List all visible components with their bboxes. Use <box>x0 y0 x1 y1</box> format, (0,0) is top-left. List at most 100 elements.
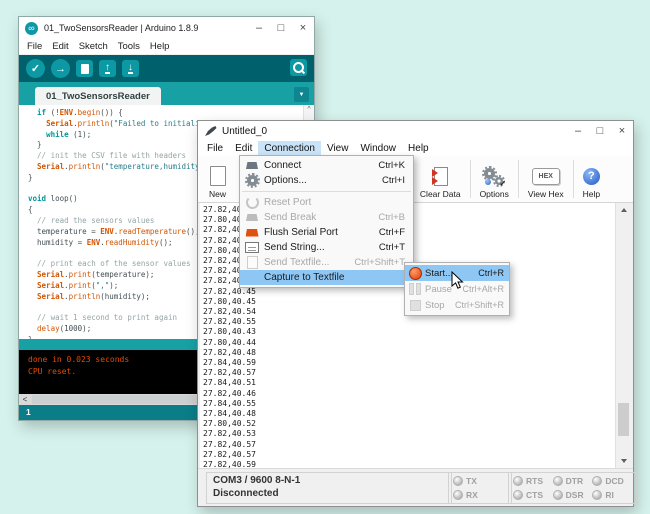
close-button[interactable]: × <box>292 22 314 34</box>
menu-file[interactable]: File <box>22 41 47 52</box>
connector-shape <box>246 162 258 169</box>
code-token <box>28 216 37 225</box>
code-token: temperature = <box>28 227 100 236</box>
menu-item-stop[interactable]: StopCtrl+Shift+R <box>405 297 509 313</box>
scroll-left-icon[interactable]: < <box>19 394 31 405</box>
help-icon: ? <box>583 165 600 187</box>
vscroll-thumb[interactable] <box>618 403 629 436</box>
code-token: { <box>28 205 33 214</box>
options-button[interactable]: ✓Options <box>473 156 516 202</box>
record-icon <box>405 267 425 280</box>
menu-item-flush-serial-port[interactable]: Flush Serial PortCtrl+F <box>240 225 413 240</box>
help-button[interactable]: ?Help <box>576 156 607 202</box>
menu-item-send-break[interactable]: Send BreakCtrl+B <box>240 210 413 225</box>
menu-window[interactable]: Window <box>354 141 402 156</box>
code-token: (); <box>159 238 173 247</box>
menu-item-reset-port[interactable]: Reset Port <box>240 195 413 210</box>
led-indicator-icon <box>513 490 523 500</box>
menu-item-shortcut: Ctrl+B <box>378 212 405 223</box>
arduino-titlebar[interactable]: ∞ 01_TwoSensorsReader | Arduino 1.8.9 – … <box>19 17 314 39</box>
code-token: Serial <box>37 292 64 301</box>
code-token: ); <box>109 281 118 290</box>
led-dtr: DTR <box>553 476 593 486</box>
gear-icon <box>240 175 264 186</box>
scroll-up-button[interactable] <box>616 203 631 217</box>
code-token <box>28 162 37 171</box>
arduino-logo-icon: ∞ <box>25 22 38 35</box>
menu-help[interactable]: Help <box>145 41 175 52</box>
menu-item-send-string[interactable]: Send String...Ctrl+T <box>240 240 413 255</box>
minimize-button[interactable]: – <box>567 125 589 137</box>
code-token: println <box>69 292 101 301</box>
code-token: delay <box>37 324 60 333</box>
serial-data-line: 27.82,40.55 <box>203 317 631 327</box>
menu-item-capture-to-textfile[interactable]: Capture to Textfile <box>240 270 413 285</box>
menu-item-shortcut: Ctrl+F <box>379 227 405 238</box>
led-indicator-icon <box>553 490 563 500</box>
open-arrow-icon: ↑ <box>105 63 110 74</box>
code-token: Serial <box>37 162 64 171</box>
code-token: (1); <box>69 130 92 139</box>
serial-monitor-button[interactable] <box>290 59 307 76</box>
arduino-window-title: 01_TwoSensorsReader | Arduino 1.8.9 <box>44 23 248 33</box>
menu-tools[interactable]: Tools <box>113 41 145 52</box>
txrx-led-group: TXRX <box>448 472 512 504</box>
open-sketch-button[interactable]: ↑ <box>99 60 116 77</box>
tab-list-button[interactable]: ▼ <box>294 87 309 102</box>
magnifier-icon <box>293 62 304 73</box>
connection-menu: ConnectCtrl+KOptions...Ctrl+IReset PortS… <box>239 155 414 288</box>
menu-connection[interactable]: Connection <box>258 141 321 156</box>
page-shape <box>247 256 258 269</box>
menu-edit[interactable]: Edit <box>229 141 258 156</box>
stop-shape <box>410 300 421 311</box>
code-token: (1000); <box>60 324 92 333</box>
verify-button[interactable]: ✓ <box>26 59 45 78</box>
new-icon <box>210 165 226 187</box>
menu-help[interactable]: Help <box>402 141 435 156</box>
save-sketch-button[interactable]: ↓ <box>122 60 139 77</box>
clear-data-button[interactable]: Clear Data <box>413 156 468 202</box>
menu-view[interactable]: View <box>321 141 355 156</box>
data-scrollbar[interactable] <box>615 203 631 468</box>
minimize-button[interactable]: – <box>248 22 270 34</box>
sketch-tab[interactable]: 01_TwoSensorsReader <box>35 87 161 105</box>
close-button[interactable]: × <box>611 125 633 137</box>
maximize-button[interactable]: □ <box>270 22 292 34</box>
code-token: humidity = <box>28 238 87 247</box>
code-token: "," <box>96 281 110 290</box>
new-button[interactable]: New <box>202 156 233 202</box>
menu-item-connect[interactable]: ConnectCtrl+K <box>240 158 413 173</box>
serial-data-line: 27.82,40.48 <box>203 348 631 358</box>
led-indicator-icon <box>453 490 463 500</box>
serial-data-line: 27.82,40.46 <box>203 389 631 399</box>
upload-button[interactable]: → <box>51 59 70 78</box>
menu-item-options[interactable]: Options...Ctrl+I <box>240 173 413 188</box>
serial-data-line: 27.82,40.57 <box>203 368 631 378</box>
code-token: ENV <box>100 227 114 236</box>
led-dsr: DSR <box>553 490 593 500</box>
page-shape <box>210 166 226 186</box>
menu-item-send-textfile[interactable]: Send Textfile...Ctrl+Shift+T <box>240 255 413 270</box>
view-hex-button[interactable]: HEXView Hex <box>521 156 571 202</box>
menu-edit[interactable]: Edit <box>47 41 73 52</box>
serial-data-line: 27.84,40.55 <box>203 399 631 409</box>
code-token: ENV <box>60 108 74 117</box>
code-token: println <box>69 162 101 171</box>
red-arrow <box>432 177 438 185</box>
verify-icon: ✓ <box>31 62 40 75</box>
signal-led-group: RTSDTRDCDCTSDSRRI <box>508 472 637 504</box>
maximize-button[interactable]: □ <box>589 125 611 137</box>
code-token: loop() <box>46 194 78 203</box>
scroll-down-button[interactable] <box>616 454 631 468</box>
blue-ball <box>485 179 491 185</box>
coolterm-titlebar[interactable]: Untitled_0 – □ × <box>198 121 633 141</box>
menu-file[interactable]: File <box>201 141 229 156</box>
triangle-up-icon <box>621 208 627 212</box>
menu-item-shortcut: Ctrl+Alt+R <box>462 284 504 294</box>
menu-item-label: Capture to Textfile <box>264 272 396 283</box>
code-token: // init the CSV file with headers <box>37 151 186 160</box>
new-sketch-button[interactable] <box>76 60 93 77</box>
menu-sketch[interactable]: Sketch <box>74 41 113 52</box>
code-token: Serial <box>37 270 64 279</box>
code-token: "temperature,humidity" <box>105 162 204 171</box>
